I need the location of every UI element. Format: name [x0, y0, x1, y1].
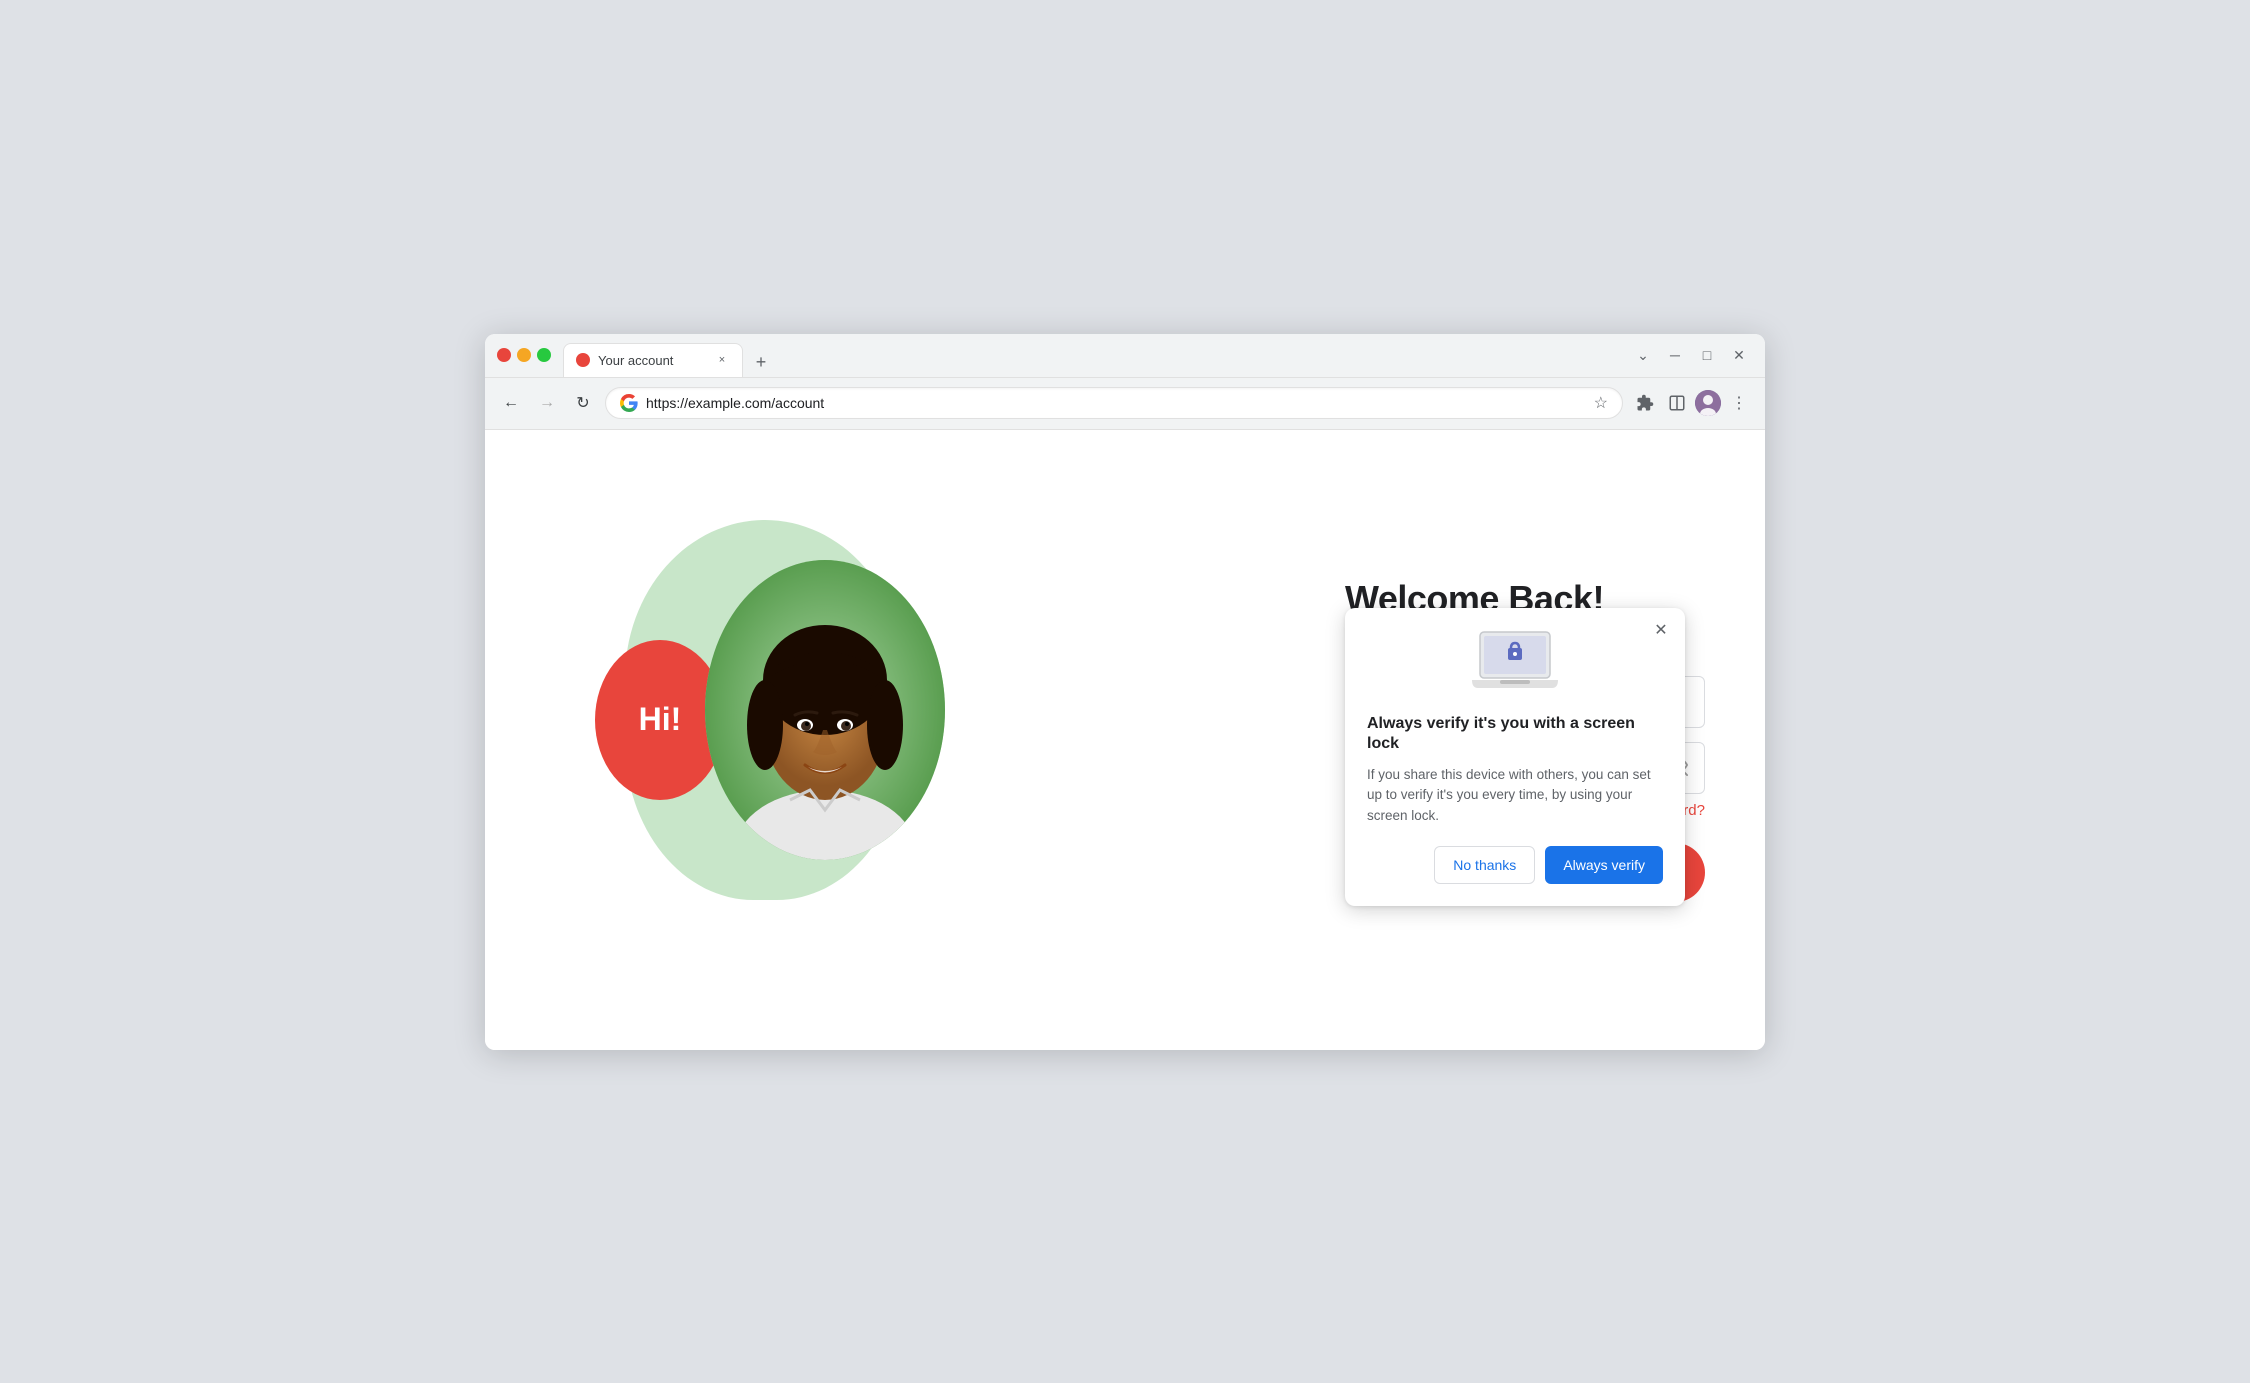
minimize-button[interactable]: ─ — [1661, 341, 1689, 369]
tab-title: Your account — [598, 353, 706, 368]
popup-overlay: ✕ — [1345, 608, 1685, 906]
right-section: Welcome Back! Please enter your details … — [1305, 578, 1705, 902]
title-bar: Your account × + ⌄ ─ □ ✕ — [485, 334, 1765, 378]
new-tab-button[interactable]: + — [747, 349, 775, 377]
tab-favicon — [576, 353, 590, 367]
no-thanks-button[interactable]: No thanks — [1434, 846, 1535, 884]
laptop-lock-icon — [1470, 628, 1560, 700]
popup-description: If you share this device with others, yo… — [1367, 765, 1663, 826]
extensions-icon[interactable] — [1631, 389, 1659, 417]
toolbar-icons: ⋮ — [1631, 389, 1753, 417]
url-bar[interactable]: https://example.com/account ☆ — [605, 387, 1623, 419]
split-icon[interactable] — [1663, 389, 1691, 417]
title-bar-controls: ⌄ ─ □ ✕ — [1629, 341, 1753, 369]
popup-title: Always verify it's you with a screen loc… — [1367, 714, 1663, 756]
screen-lock-popup: ✕ — [1345, 608, 1685, 906]
active-tab[interactable]: Your account × — [563, 343, 743, 377]
url-text: https://example.com/account — [646, 395, 1586, 411]
tab-close-button[interactable]: × — [714, 352, 730, 368]
google-logo — [620, 394, 638, 412]
bookmark-icon[interactable]: ☆ — [1594, 393, 1608, 413]
back-button[interactable]: ← — [497, 389, 525, 417]
dropdown-button[interactable]: ⌄ — [1629, 341, 1657, 369]
browser-window: Your account × + ⌄ ─ □ ✕ ← → ↻ https://e… — [485, 334, 1765, 1050]
popup-icon-wrap — [1367, 628, 1663, 700]
popup-close-button[interactable]: ✕ — [1649, 618, 1673, 642]
forward-button[interactable]: → — [533, 389, 561, 417]
win-maximize-btn[interactable] — [537, 348, 551, 362]
window-controls — [497, 348, 551, 362]
always-verify-button[interactable]: Always verify — [1545, 846, 1663, 884]
tab-bar: Your account × + — [563, 334, 1621, 377]
left-section: Hi! — [545, 500, 1305, 980]
win-close-btn[interactable] — [497, 348, 511, 362]
page-content: Hi! — [485, 430, 1765, 1050]
address-bar: ← → ↻ https://example.com/account ☆ — [485, 378, 1765, 430]
menu-icon[interactable]: ⋮ — [1725, 389, 1753, 417]
close-window-button[interactable]: ✕ — [1725, 341, 1753, 369]
restore-button[interactable]: □ — [1693, 341, 1721, 369]
hi-label: Hi! — [639, 701, 682, 738]
reload-button[interactable]: ↻ — [569, 389, 597, 417]
popup-actions: No thanks Always verify — [1367, 846, 1663, 884]
profile-avatar[interactable] — [1695, 390, 1721, 416]
person-photo — [705, 560, 945, 860]
win-minimize-btn[interactable] — [517, 348, 531, 362]
